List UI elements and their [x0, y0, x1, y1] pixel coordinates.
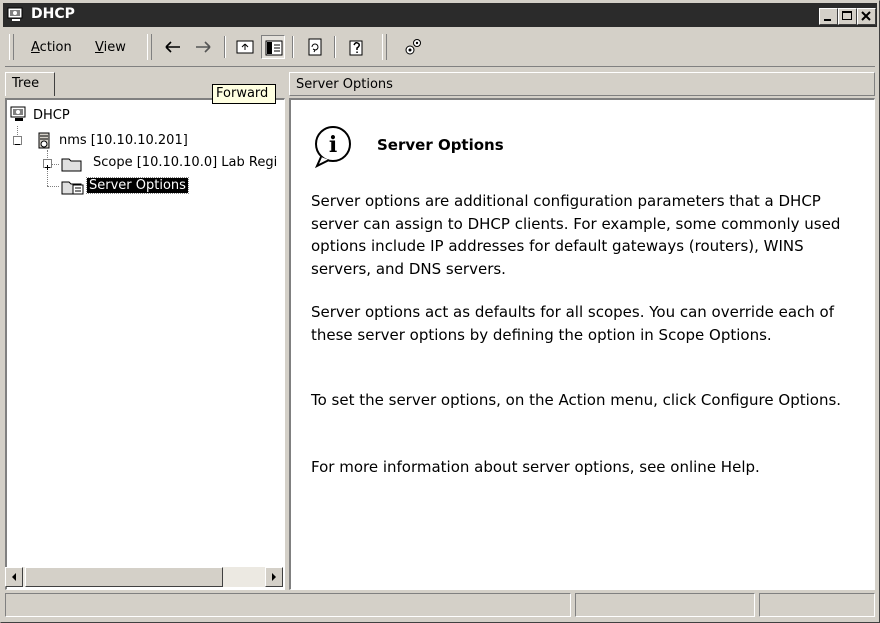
minus-icon	[15, 144, 20, 145]
menu-view[interactable]: View	[95, 40, 126, 55]
tab-tree-label: Tree	[12, 76, 40, 91]
forward-button[interactable]	[191, 35, 215, 59]
tree-node-server-options[interactable]: Server Options	[59, 177, 269, 197]
forward-arrow-icon	[196, 41, 211, 53]
content-title: Server Options	[377, 136, 504, 154]
minimize-icon	[824, 19, 831, 21]
tree-pane-icon	[265, 40, 283, 56]
close-button[interactable]	[857, 8, 876, 25]
refresh-button[interactable]	[303, 35, 327, 59]
content-header-label: Server Options	[296, 77, 393, 92]
tree-horizontal-scrollbar[interactable]	[5, 567, 283, 587]
toolbar-separator-3	[334, 36, 336, 58]
expand-toggle[interactable]	[43, 159, 52, 170]
menu-view-label: View	[95, 40, 126, 55]
right-arrow-icon	[272, 573, 276, 581]
tree-panel[interactable]: DHCP nms [10.10.10.201] Scope [10.10.10.…	[5, 98, 285, 590]
plus-icon	[45, 165, 50, 170]
toolbar-grip[interactable]	[9, 34, 14, 60]
server-icon	[38, 132, 50, 149]
tree-node-dhcp[interactable]: DHCP	[9, 106, 269, 126]
toolbar: Action View	[5, 30, 875, 67]
status-bar-pane-3	[759, 593, 875, 617]
gears-icon	[405, 39, 421, 55]
maximize-button[interactable]	[838, 8, 857, 25]
content-header: Server Options	[289, 72, 875, 96]
collapse-toggle[interactable]	[13, 136, 22, 145]
dhcp-app-icon	[7, 7, 25, 23]
scroll-right-button[interactable]	[265, 567, 283, 587]
up-folder-icon	[236, 40, 254, 54]
description-paragraph-4: For more information about server option…	[311, 458, 760, 476]
toolbar-grip-3[interactable]	[382, 34, 387, 60]
configure-button[interactable]	[401, 35, 425, 59]
toolbar-separator	[224, 36, 226, 58]
info-icon: i	[314, 126, 351, 169]
scroll-left-button[interactable]	[5, 567, 23, 587]
left-arrow-icon	[12, 573, 16, 581]
toolbar-separator-2	[292, 36, 294, 58]
tree-node-server[interactable]: nms [10.10.10.201]	[13, 132, 273, 152]
refresh-icon	[308, 38, 322, 56]
close-icon	[861, 11, 871, 21]
tree-node-server-label: nms [10.10.10.201]	[59, 133, 188, 148]
dhcp-window: DHCP Action View Tree Forward DHCP nms […	[0, 0, 880, 623]
tree-line	[47, 186, 59, 187]
window-title: DHCP	[31, 6, 75, 22]
toolbar-grip-2[interactable]	[147, 34, 152, 60]
forward-tooltip: Forward	[212, 84, 276, 104]
menu-action-label: Action	[31, 40, 72, 55]
help-icon	[349, 40, 363, 56]
show-hide-tree-button[interactable]	[261, 35, 285, 59]
tab-tree[interactable]: Tree	[5, 72, 55, 96]
description-paragraph-2: Server options act as defaults for all s…	[311, 303, 835, 344]
folder-icon	[61, 158, 82, 172]
menu-action[interactable]: Action	[31, 40, 72, 55]
maximize-icon	[842, 11, 852, 20]
minimize-button[interactable]	[819, 8, 838, 25]
tree-node-scope-label: Scope [10.10.10.0] Lab Regi	[93, 155, 278, 170]
title-bar[interactable]: DHCP	[3, 3, 877, 27]
status-bar-pane-2	[575, 593, 755, 617]
description-paragraph-3: To set the server options, on the Action…	[311, 391, 842, 409]
tree-node-server-options-label: Server Options	[86, 177, 189, 194]
content-panel: i Server Options Server options are addi…	[289, 98, 875, 590]
tree-node-scope[interactable]: Scope [10.10.10.0] Lab Regi	[43, 154, 284, 174]
back-arrow-icon	[165, 41, 180, 53]
tooltip-text: Forward	[216, 86, 269, 101]
help-button[interactable]	[345, 35, 369, 59]
dhcp-server-root-icon	[10, 106, 26, 121]
svg-text:i: i	[329, 132, 337, 158]
tree-node-dhcp-label: DHCP	[33, 108, 70, 123]
scroll-thumb[interactable]	[25, 567, 223, 587]
description-paragraph-1: Server options are additional configurat…	[311, 192, 841, 278]
back-button[interactable]	[161, 35, 185, 59]
server-options-folder-icon	[61, 181, 84, 195]
status-bar-pane-1	[5, 593, 571, 617]
up-one-level-button[interactable]	[233, 35, 257, 59]
